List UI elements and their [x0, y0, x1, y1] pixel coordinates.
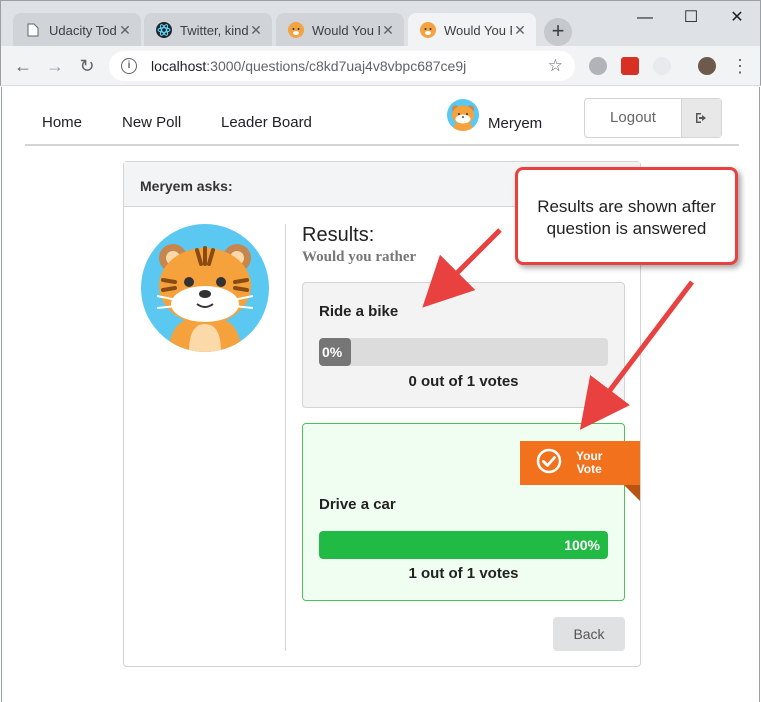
browser-tab-1[interactable]: Udacity Todo ✕: [13, 13, 141, 47]
your-vote-ribbon: Your Vote: [520, 441, 640, 501]
new-tab-button[interactable]: +: [544, 18, 572, 46]
sign-out-icon: [681, 99, 721, 137]
browser-tab-4-active[interactable]: Would You R ✕: [408, 13, 536, 47]
your-vote-line1: Your: [576, 449, 603, 463]
doc-icon: [25, 22, 41, 38]
back-arrow-icon[interactable]: ←: [11, 54, 35, 78]
browser-tab-3[interactable]: Would You R ✕: [276, 13, 404, 47]
nav-username: Meryem: [488, 115, 543, 132]
close-icon[interactable]: ✕: [248, 22, 264, 39]
option-result-2: Your Vote Drive a car 100% 1 out of 1 vo…: [302, 423, 640, 601]
ghost-extension-icon[interactable]: [653, 57, 671, 75]
window-close-icon[interactable]: ✕: [714, 7, 760, 31]
maximize-icon[interactable]: ☐: [668, 7, 714, 31]
option-result-1: Ride a bike 0% 0 out of 1 votes: [302, 282, 625, 408]
bookmark-star-icon[interactable]: ☆: [548, 56, 563, 76]
url-path: :3000/questions/c8kd7uaj4v8vbpc687ce9j: [206, 58, 467, 74]
browser-tab-2[interactable]: Twitter, kind ✕: [144, 13, 272, 47]
callout-line-2: question is answered: [546, 219, 707, 238]
check-circle-icon: [536, 448, 562, 479]
url-host: localhost: [151, 58, 207, 74]
browser-toolbar: ← → ↻ i localhost:3000/questions/c8kd7ua…: [0, 46, 761, 86]
drive-extension-icon[interactable]: [589, 57, 607, 75]
minimize-icon[interactable]: —: [622, 7, 668, 31]
tiger-icon: [420, 22, 436, 38]
progress-fill: 0%: [319, 338, 351, 366]
results-title: Results:: [302, 224, 375, 246]
tiger-icon: [288, 22, 304, 38]
tab-title: Udacity Todo: [49, 22, 117, 38]
menu-kebab-icon[interactable]: ⋮: [728, 54, 752, 78]
progress-bar: 0%: [319, 338, 608, 366]
vote-count: 0 out of 1 votes: [408, 373, 519, 390]
progress-percent: 100%: [564, 537, 600, 553]
annotation-callout: Results are shown after question is answ…: [515, 167, 738, 265]
browser-tab-bar: Udacity Todo ✕ Twitter, kind ✕ Would You…: [0, 0, 761, 47]
profile-avatar-icon[interactable]: [698, 57, 716, 75]
close-icon[interactable]: ✕: [512, 22, 528, 39]
user-avatar: [447, 99, 479, 131]
option-label: Ride a bike: [319, 303, 399, 320]
close-icon[interactable]: ✕: [380, 22, 396, 39]
extension-icon[interactable]: [621, 57, 639, 75]
progress-bar: 100%: [319, 531, 608, 559]
react-icon: [156, 22, 172, 38]
nav-link-home[interactable]: Home: [42, 114, 82, 131]
results-subtitle: Would you rather: [302, 249, 417, 265]
address-bar[interactable]: i localhost:3000/questions/c8kd7uaj4v8vb…: [109, 51, 575, 81]
reload-icon[interactable]: ↻: [75, 54, 99, 78]
logout-button[interactable]: Logout: [584, 98, 722, 138]
vertical-divider: [285, 224, 286, 651]
your-vote-text: Your Vote: [576, 450, 602, 476]
your-vote-line2: Vote: [576, 462, 602, 476]
back-button[interactable]: Back: [553, 617, 625, 651]
progress-percent: 0%: [322, 344, 343, 360]
logout-label: Logout: [610, 109, 656, 126]
author-avatar: [141, 224, 269, 352]
callout-line-1: Results are shown after: [537, 197, 716, 216]
tab-title: Would You R: [312, 22, 380, 38]
top-nav: Home New Poll Leader Board Meryem Logout: [25, 87, 739, 146]
progress-fill: 100%: [319, 531, 608, 559]
close-icon[interactable]: ✕: [117, 22, 133, 39]
nav-link-new-poll[interactable]: New Poll: [122, 114, 181, 131]
tab-title: Twitter, kind: [180, 22, 248, 38]
nav-link-leader-board[interactable]: Leader Board: [221, 114, 312, 131]
info-icon[interactable]: i: [121, 58, 137, 74]
forward-arrow-icon[interactable]: →: [43, 54, 67, 78]
option-label: Drive a car: [319, 496, 396, 513]
tab-title: Would You R: [444, 22, 512, 38]
vote-count: 1 out of 1 votes: [408, 565, 519, 582]
